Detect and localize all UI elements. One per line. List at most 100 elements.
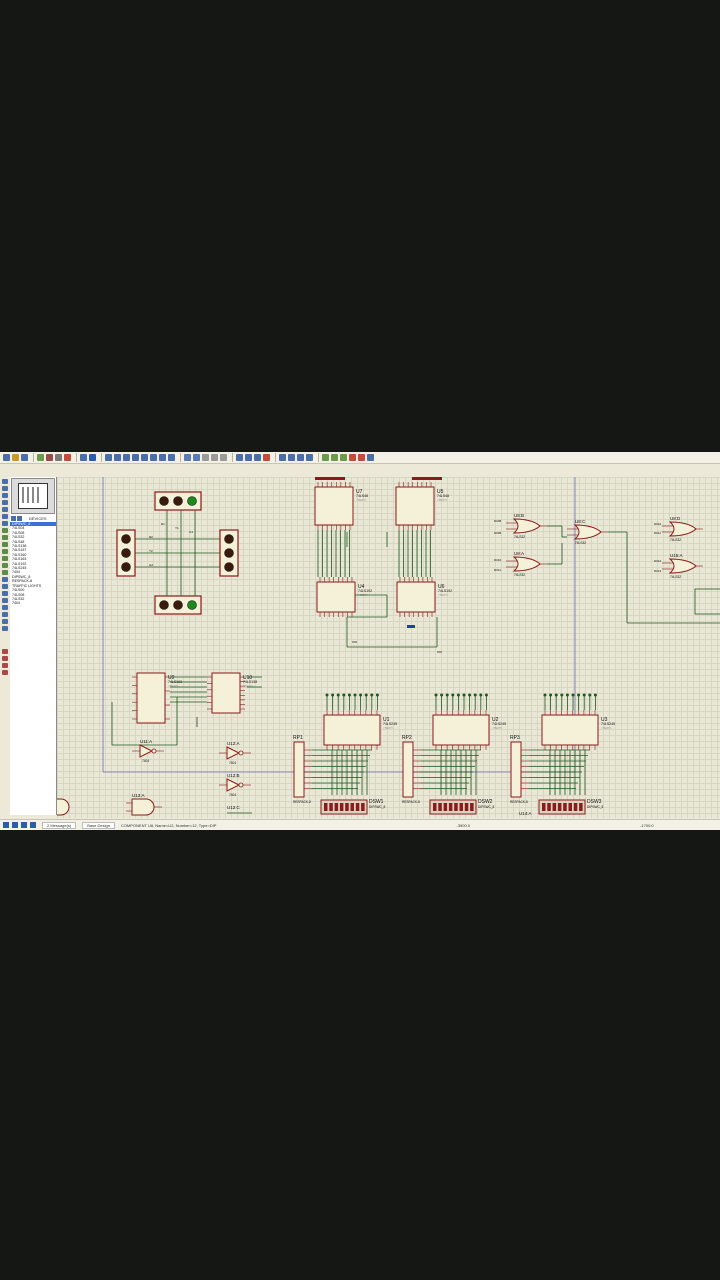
text-script-mode-icon[interactable]	[2, 507, 8, 512]
search-tag-icon[interactable]	[331, 454, 338, 461]
new-sheet-icon[interactable]	[349, 454, 356, 461]
marker-2d-icon[interactable]	[2, 626, 8, 631]
dip-switch-lever[interactable]	[579, 803, 583, 811]
new-file-icon[interactable]	[3, 454, 10, 461]
mirror-y-icon[interactable]	[2, 670, 8, 675]
or-gate[interactable]	[668, 558, 697, 574]
dip-switch-lever[interactable]	[464, 803, 469, 811]
step-icon[interactable]	[12, 822, 18, 828]
instrument-mode-icon[interactable]	[2, 570, 8, 575]
home-icon[interactable]	[80, 454, 87, 461]
dip-switch-lever[interactable]	[345, 803, 349, 811]
ic-body[interactable]	[541, 714, 599, 746]
tape-mode-icon[interactable]	[2, 549, 8, 554]
dip-switch-body[interactable]	[538, 799, 586, 815]
resistor-pack[interactable]	[293, 741, 305, 798]
import-icon[interactable]	[37, 454, 44, 461]
inverter-gate[interactable]	[139, 744, 154, 758]
dip-switch-lever[interactable]	[355, 803, 360, 811]
arc-2d-icon[interactable]	[2, 598, 8, 603]
resistor-pack[interactable]	[402, 741, 414, 798]
property-tool-icon[interactable]	[340, 454, 347, 461]
dip-switch-lever[interactable]	[433, 803, 437, 811]
block-delete-icon[interactable]	[263, 454, 270, 461]
subcircuit-mode-icon[interactable]	[2, 521, 8, 526]
dip-switch-lever[interactable]	[443, 803, 448, 811]
or-gate[interactable]	[512, 556, 541, 572]
text-2d-icon[interactable]	[2, 612, 8, 617]
refresh-icon[interactable]	[105, 454, 112, 461]
dip-switch-lever[interactable]	[454, 803, 458, 811]
block-rotate-icon[interactable]	[254, 454, 261, 461]
ic-body[interactable]	[136, 672, 166, 724]
wire-label-mode-icon[interactable]	[2, 500, 8, 505]
circle-2d-icon[interactable]	[2, 591, 8, 596]
block-move-icon[interactable]	[245, 454, 252, 461]
block-copy-icon[interactable]	[236, 454, 243, 461]
dip-switch-lever[interactable]	[329, 803, 333, 811]
export-icon[interactable]	[46, 454, 53, 461]
paste-icon[interactable]	[220, 454, 227, 461]
close-icon[interactable]	[64, 454, 71, 461]
dip-switch-lever[interactable]	[470, 803, 474, 811]
dip-switch-lever[interactable]	[350, 803, 355, 811]
or-gate[interactable]	[668, 521, 697, 537]
rotate-cw-icon[interactable]	[2, 649, 8, 654]
resistor-pack[interactable]	[510, 741, 522, 798]
dip-switch-lever[interactable]	[324, 803, 328, 811]
open-file-icon[interactable]	[12, 454, 19, 461]
pause-icon[interactable]	[21, 822, 27, 828]
path-2d-icon[interactable]	[2, 605, 8, 610]
bus-mode-icon[interactable]	[2, 514, 8, 519]
grid-icon[interactable]	[114, 454, 121, 461]
print-icon[interactable]	[55, 454, 62, 461]
library-manager-icon[interactable]	[17, 516, 22, 521]
or-gate[interactable]	[573, 524, 602, 540]
pan-icon[interactable]	[132, 454, 139, 461]
dip-switch-lever[interactable]	[334, 803, 339, 811]
decompose-icon[interactable]	[306, 454, 313, 461]
copy-icon[interactable]	[211, 454, 218, 461]
dip-switch-body[interactable]	[320, 799, 368, 815]
dip-switch-lever[interactable]	[542, 803, 546, 811]
schematic-drawing[interactable]: R1Y1G1R2Y2G2U774LS48<TEXT>U574LS48<TEXT>…	[57, 477, 720, 818]
terminals-mode-icon[interactable]	[2, 528, 8, 533]
dip-switch-lever[interactable]	[573, 803, 578, 811]
zoom-out-icon[interactable]	[150, 454, 157, 461]
ic-body[interactable]	[211, 672, 241, 714]
netlist-icon[interactable]	[367, 454, 374, 461]
ic-body[interactable]	[323, 714, 381, 746]
line-2d-icon[interactable]	[2, 577, 8, 582]
selection-mode-icon[interactable]	[2, 479, 8, 484]
redo-icon[interactable]	[193, 454, 200, 461]
or-gate[interactable]	[512, 518, 541, 534]
box-2d-icon[interactable]	[2, 584, 8, 589]
ic-body[interactable]	[314, 486, 354, 526]
ic-body[interactable]	[316, 581, 356, 613]
zoom-in-icon[interactable]	[141, 454, 148, 461]
save-icon[interactable]	[21, 454, 28, 461]
dip-switch-lever[interactable]	[557, 803, 562, 811]
dip-switch-lever[interactable]	[361, 803, 365, 811]
mirror-x-icon[interactable]	[2, 663, 8, 668]
generator-mode-icon[interactable]	[2, 556, 8, 561]
play-icon[interactable]	[3, 822, 9, 828]
probe-mode-icon[interactable]	[2, 563, 8, 568]
dip-switch-lever[interactable]	[459, 803, 464, 811]
device-list-item[interactable]: 7404	[10, 601, 56, 605]
and-gate[interactable]	[131, 798, 155, 816]
junction-mode-icon[interactable]	[2, 493, 8, 498]
zoom-all-icon[interactable]	[159, 454, 166, 461]
ic-body[interactable]	[395, 486, 435, 526]
dip-switch-body[interactable]	[429, 799, 477, 815]
dip-switch-lever[interactable]	[339, 803, 344, 811]
component-mode-icon[interactable]	[2, 486, 8, 491]
dip-switch-lever[interactable]	[568, 803, 573, 811]
dip-switch-lever[interactable]	[552, 803, 557, 811]
rotate-ccw-icon[interactable]	[2, 656, 8, 661]
schematic-canvas[interactable]: R1 Y1 G1 R2 Y2 G2 U7 74LS48 <TEXT> U5 74LS48 <TEXT>…	[57, 477, 720, 818]
remove-sheet-icon[interactable]	[358, 454, 365, 461]
origin-icon[interactable]	[123, 454, 130, 461]
pin-mode-icon[interactable]	[2, 535, 8, 540]
inverter-gate[interactable]	[226, 746, 241, 760]
